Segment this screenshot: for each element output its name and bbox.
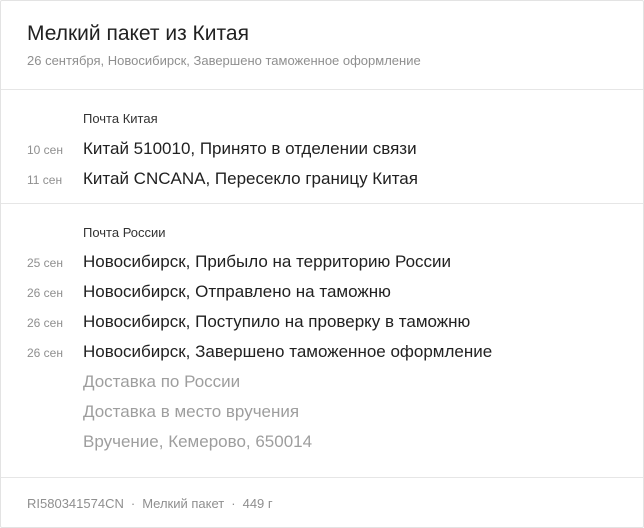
- event-description: Китай 510010, Принято в отделении связи: [83, 139, 417, 158]
- separator: ·: [130, 496, 136, 511]
- pending-step-description: Доставка по России: [83, 372, 241, 391]
- carrier-section-china-post: Почта Китая 10 сен Китай 510010, Принято…: [1, 90, 643, 204]
- parcel-details: RI580341574CN · Мелкий пакет · 449 г: [27, 495, 273, 512]
- tracking-event-row: 11 сен Китай CNCANA, Пересекло границу К…: [1, 164, 643, 194]
- parcel-title: Мелкий пакет из Китая: [27, 22, 249, 45]
- event-description: Новосибирск, Поступило на проверку в там…: [83, 312, 471, 331]
- carrier-name: Почта Китая: [83, 111, 158, 126]
- parcel-footer: RI580341574CN · Мелкий пакет · 449 г: [1, 478, 643, 527]
- parcel-tracking-card: Мелкий пакет из Китая 26 сентября, Новос…: [0, 0, 644, 528]
- parcel-header[interactable]: Мелкий пакет из Китая 26 сентября, Новос…: [1, 1, 643, 90]
- pending-step-row: Доставка по России: [1, 367, 643, 397]
- event-description: Новосибирск, Прибыло на территорию Росси…: [83, 252, 452, 271]
- tracking-event-row: 26 сен Новосибирск, Поступило на проверк…: [1, 307, 643, 337]
- carrier-section-russian-post: Почта России 25 сен Новосибирск, Прибыло…: [1, 204, 643, 478]
- tracking-event-row: 25 сен Новосибирск, Прибыло на территори…: [1, 247, 643, 277]
- package-type: Мелкий пакет: [142, 496, 225, 511]
- event-description: Новосибирск, Отправлено на таможню: [83, 282, 391, 301]
- pending-step-description: Вручение, Кемерово, 650014: [83, 432, 313, 451]
- tracking-event-row: 26 сен Новосибирск, Отправлено на таможн…: [1, 277, 643, 307]
- tracking-event-row: 10 сен Китай 510010, Принято в отделении…: [1, 134, 643, 164]
- event-date: 25 сен: [27, 256, 63, 270]
- event-date: 26 сен: [27, 346, 63, 360]
- event-date: 10 сен: [27, 143, 63, 157]
- tracking-number[interactable]: RI580341574CN: [27, 496, 124, 511]
- carrier-name: Почта России: [83, 225, 166, 240]
- event-description: Китай CNCANA, Пересекло границу Китая: [83, 169, 418, 188]
- parcel-status-summary: 26 сентября, Новосибирск, Завершено тамо…: [27, 53, 421, 68]
- event-date: 11 сен: [27, 173, 63, 187]
- separator: ·: [231, 496, 236, 511]
- pending-step-row: Доставка в место вручения: [1, 397, 643, 427]
- pending-step-description: Доставка в место вручения: [83, 402, 300, 421]
- pending-step-row: Вручение, Кемерово, 650014: [1, 427, 643, 457]
- event-date: 26 сен: [27, 316, 63, 330]
- event-date: 26 сен: [27, 286, 63, 300]
- event-description: Новосибирск, Завершено таможенное оформл…: [83, 342, 493, 361]
- tracking-event-row: 26 сен Новосибирск, Завершено таможенное…: [1, 337, 643, 367]
- package-weight: 449 г: [242, 496, 273, 511]
